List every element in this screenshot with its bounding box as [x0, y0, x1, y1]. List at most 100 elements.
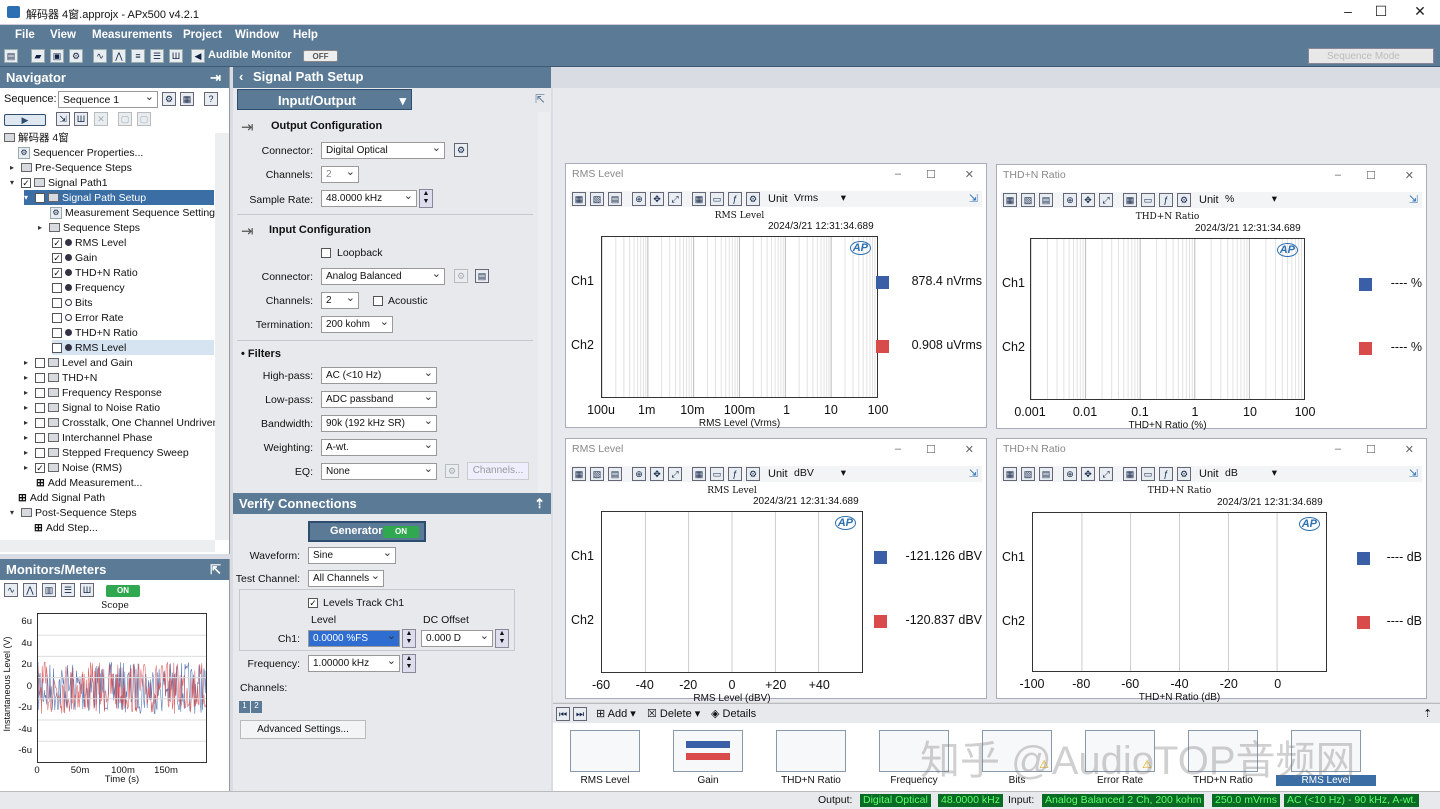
sequence-settings-icon[interactable]: ⚙ [162, 92, 176, 106]
close-icon[interactable]: ✕ [1405, 169, 1414, 182]
menu-help[interactable]: Help [293, 29, 318, 41]
pan-icon[interactable]: ✥ [650, 192, 664, 206]
first-icon[interactable]: ⏮ [556, 707, 570, 721]
ch1-level-input[interactable]: 0.0000 %FS [308, 630, 400, 647]
weighting-select[interactable]: A-wt. [321, 439, 437, 456]
run-sequence-button[interactable]: ▶ [4, 114, 46, 126]
close-icon[interactable]: ✕ [1410, 3, 1430, 20]
tree-add-signal-path[interactable]: ⊞ Add Signal Path [18, 490, 105, 505]
popout-icon[interactable]: ⇲ [969, 467, 978, 480]
speaker-icon[interactable]: ◀ [191, 49, 205, 63]
zoom-icon[interactable]: ⊕ [632, 467, 646, 481]
export-icon[interactable]: ▦ [1003, 467, 1017, 481]
checkbox[interactable]: ✓ [35, 192, 45, 203]
settings-icon[interactable]: ⚙ [746, 192, 760, 206]
table-icon[interactable]: ▦ [692, 467, 706, 481]
maximize-icon[interactable]: ☐ [1371, 3, 1391, 20]
export-icon[interactable]: ▦ [1003, 193, 1017, 207]
checkbox[interactable] [35, 432, 45, 443]
collapse-icon[interactable]: ▾ [24, 193, 32, 202]
print-icon[interactable]: ▤ [1039, 193, 1053, 207]
eq-channels-button[interactable]: Channels... [467, 462, 529, 480]
bars-icon[interactable]: Ш [74, 112, 88, 126]
frequency-input[interactable]: 1.00000 kHz [308, 655, 400, 672]
back-icon[interactable]: ‹ [239, 69, 247, 84]
menu-window[interactable]: Window [235, 29, 279, 41]
close-icon[interactable]: ✕ [965, 168, 974, 181]
frequency-spinner[interactable]: ▲ ▼ [402, 654, 416, 673]
function-icon[interactable]: ƒ [1159, 193, 1173, 207]
tree-thdn[interactable]: ▸ THD+N [24, 370, 97, 385]
termination-select[interactable]: 200 kohm [321, 316, 393, 333]
checkbox[interactable]: ✓ [35, 462, 45, 473]
tree-noise-rms[interactable]: ▸ ✓ Noise (RMS) [24, 460, 122, 475]
copy-icon[interactable]: ▧ [1021, 467, 1035, 481]
maximize-icon[interactable]: ☐ [926, 168, 936, 181]
sequence-report-icon[interactable]: ▦ [180, 92, 194, 106]
menu-file[interactable]: File [15, 29, 35, 41]
collapse-icon[interactable]: ▾ [10, 508, 18, 517]
sample-rate-spinner[interactable]: ▲ ▼ [419, 189, 433, 208]
maximize-icon[interactable]: ☐ [1366, 169, 1376, 182]
legend-icon[interactable]: ▭ [1141, 467, 1155, 481]
report-icon[interactable]: ☰ [150, 49, 164, 63]
minimize-icon[interactable]: – [1338, 3, 1358, 19]
zoom-icon[interactable]: ⊕ [632, 192, 646, 206]
ch1-dc-input[interactable]: 0.000 D [421, 630, 493, 647]
thumbnail[interactable] [776, 730, 846, 772]
close-icon[interactable]: ✕ [1405, 443, 1414, 456]
sps-scrollbar[interactable] [538, 112, 550, 493]
monitors-on-toggle[interactable]: ON [106, 585, 140, 597]
tree-post-sequence[interactable]: ▾ Post-Sequence Steps [10, 505, 137, 520]
tree-interchannel-phase[interactable]: ▸ Interchannel Phase [24, 430, 152, 445]
bandwidth-select[interactable]: 90k (192 kHz SR) [321, 415, 437, 432]
out-channels-stepper[interactable]: 2 [321, 166, 359, 183]
paste-icon[interactable]: ▢ [137, 112, 151, 126]
pan-icon[interactable]: ✥ [1081, 467, 1095, 481]
tree-pre-sequence[interactable]: ▸ Pre-Sequence Steps [10, 160, 132, 175]
channel-1-toggle[interactable]: 1 [239, 701, 250, 713]
eq-select[interactable]: None [321, 463, 437, 480]
tree-stepped-sweep[interactable]: ▸ Stepped Frequency Sweep [24, 445, 189, 460]
expand-icon[interactable]: ▸ [24, 373, 32, 382]
checkbox[interactable]: ✓ [52, 237, 62, 248]
tree-snr[interactable]: ▸ Signal to Noise Ratio [24, 400, 160, 415]
popout-icon[interactable]: ⇱ [535, 92, 545, 106]
menu-measurements[interactable]: Measurements [92, 29, 173, 41]
checkbox[interactable] [52, 282, 62, 293]
tree-sequence-steps[interactable]: ▸ Sequence Steps [38, 220, 140, 235]
minimize-icon[interactable]: – [895, 168, 901, 180]
minimize-icon[interactable]: – [1335, 443, 1341, 455]
print-icon[interactable]: ▤ [608, 467, 622, 481]
menu-project[interactable]: Project [183, 29, 222, 41]
advanced-settings-button[interactable]: Advanced Settings... [240, 720, 366, 739]
tree-frequency-response[interactable]: ▸ Frequency Response [24, 385, 162, 400]
settings-icon[interactable]: ⚙ [746, 467, 760, 481]
print-icon[interactable]: ▤ [608, 192, 622, 206]
table-icon[interactable]: ▦ [692, 192, 706, 206]
zoom-icon[interactable]: ⊕ [1063, 467, 1077, 481]
unit-select[interactable]: dBV ▾ [794, 467, 846, 481]
pin-icon[interactable]: ⇡ [1423, 707, 1432, 720]
expand-icon[interactable]: ▸ [24, 433, 32, 442]
ch1-level-spinner[interactable]: ▲ ▼ [402, 629, 416, 648]
pan-icon[interactable]: ✥ [1081, 193, 1095, 207]
sequence-mode-select[interactable]: Sequence Mode [1308, 48, 1434, 64]
list-icon[interactable]: ≡ [131, 49, 145, 63]
connector-panel-icon[interactable]: ▤ [475, 269, 489, 283]
tree-signal-path1[interactable]: ▾ ✓ Signal Path1 [10, 175, 108, 190]
scope-icon[interactable]: ∿ [4, 583, 18, 597]
copy-icon[interactable]: ▧ [1021, 193, 1035, 207]
fit-icon[interactable]: ⤢ [1099, 193, 1113, 207]
close-icon[interactable]: ✕ [965, 443, 974, 456]
spectrum-icon[interactable]: ⋀ [112, 49, 126, 63]
in-connector-select[interactable]: Analog Balanced [321, 268, 445, 285]
sequence-select[interactable]: Sequence 1 [58, 91, 158, 108]
tree-rms-level-2[interactable]: RMS Level [52, 340, 214, 355]
popout-icon[interactable]: ⇲ [969, 192, 978, 205]
generator-on-toggle[interactable]: ON [383, 526, 419, 538]
tree-crosstalk[interactable]: ▸ Crosstalk, One Channel Undriven [24, 415, 218, 430]
acoustic-checkbox[interactable] [373, 296, 383, 306]
sample-rate-select[interactable]: 48.0000 kHz [321, 190, 417, 207]
table-icon[interactable]: ▦ [1123, 467, 1137, 481]
